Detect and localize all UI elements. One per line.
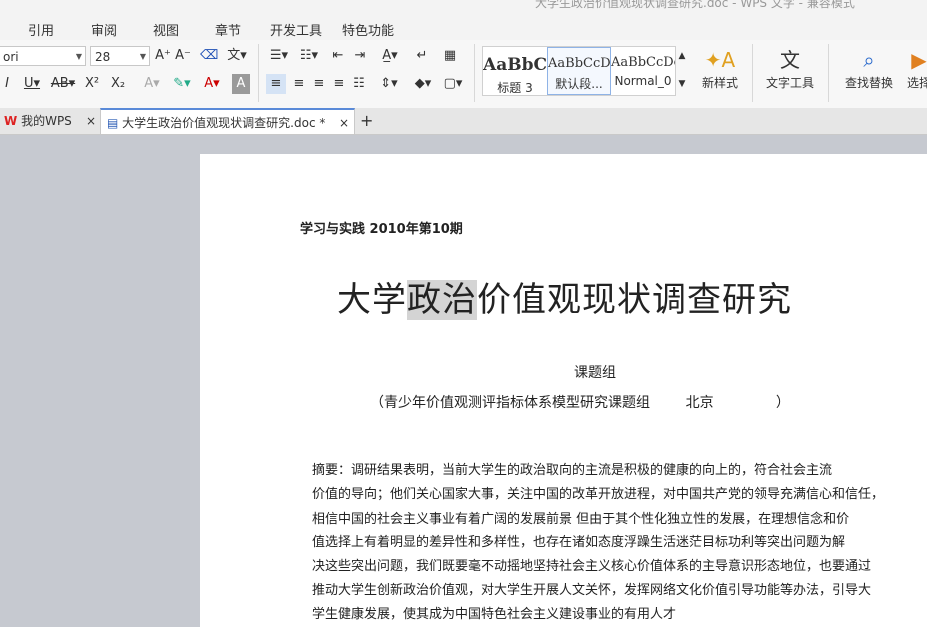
new-style-button[interactable]: ✦A 新样式	[692, 46, 748, 91]
document-icon: ▤	[107, 116, 119, 130]
chevron-down-icon: ▼	[75, 52, 82, 61]
tab-label: 我的WPS	[21, 114, 72, 128]
new-style-label: 新样式	[701, 76, 738, 90]
find-replace-label: 查找替换	[844, 76, 893, 90]
style-normal0[interactable]: AaBbCcDc Normal_0	[611, 47, 675, 95]
new-style-icon: ✦A	[704, 48, 736, 72]
menu-view[interactable]: 视图	[153, 20, 179, 39]
font-name-value: ori	[3, 50, 19, 64]
chevron-down-icon: ▼	[139, 52, 146, 61]
style-name: Normal_0	[614, 74, 672, 88]
author-group: 课题组	[574, 365, 616, 381]
decrease-indent-icon[interactable]: ⇤	[328, 46, 348, 66]
align-right-icon[interactable]: ≡	[310, 74, 328, 94]
window-title: 大学生政治价值观现状调查研究.doc - WPS 文字 - 兼容模式	[535, 0, 855, 10]
menu-bar: 大学生政治价值观现状调查研究.doc - WPS 文字 - 兼容模式 引用 审阅…	[0, 0, 927, 40]
abstract-line: 决这些突出问题，我们既要毫不动摇地坚持社会主义核心价值体系的主导意识形态地位，也…	[312, 559, 872, 574]
text-tools-icon: 文	[780, 48, 800, 72]
highlight-icon[interactable]: ✎▾	[170, 74, 194, 94]
wps-logo-icon: W	[4, 114, 18, 128]
font-name-select[interactable]: ori ▼	[0, 46, 86, 66]
justify-icon[interactable]: ≡	[330, 74, 348, 94]
pinyin-guide-icon[interactable]: 文▾	[224, 46, 250, 66]
style-scroll-down-icon[interactable]: ▼	[677, 74, 687, 94]
text-tools-button[interactable]: 文 文字工具	[758, 46, 822, 91]
paragraph-mark-icon[interactable]: ↵	[412, 46, 432, 66]
new-tab-icon[interactable]: +	[360, 108, 376, 134]
shading-fill-icon[interactable]: ◆▾	[410, 74, 436, 94]
menu-review[interactable]: 审阅	[91, 20, 117, 39]
abstract-line: 学生健康发展，使其成为中国特色社会主义建设事业的有用人才	[312, 607, 677, 622]
style-preview: AaBbC	[483, 55, 547, 75]
table-icon[interactable]: ▦	[440, 46, 460, 66]
abstract-line: 值选择上有着明显的差异性和多样性，也存在诸如态度浮躁生活迷茫目标功利等突出问题为…	[312, 535, 846, 550]
strikethrough-icon[interactable]: AB▾	[50, 74, 76, 94]
style-preview: AaBbCcDc	[548, 56, 610, 71]
numbering-icon[interactable]: ☷▾	[296, 46, 322, 66]
menu-section[interactable]: 章节	[215, 20, 241, 39]
italic-icon[interactable]: I	[0, 74, 14, 94]
style-name: 标题 3	[497, 81, 533, 95]
title-selection: 政治	[407, 280, 477, 320]
font-size-value: 28	[95, 50, 111, 64]
select-button[interactable]: ▶ 选择	[904, 46, 927, 91]
text-effect-icon[interactable]: A▾	[140, 74, 164, 94]
divider	[752, 44, 753, 102]
font-size-select[interactable]: 28 ▼	[90, 46, 150, 66]
subscript-icon[interactable]: X₂	[108, 74, 128, 94]
document-title: 大学政治价值观现状调查研究	[337, 272, 792, 321]
divider	[828, 44, 829, 102]
divider	[474, 44, 475, 102]
superscript-icon[interactable]: X²	[82, 74, 102, 94]
title-part: 大学	[337, 280, 407, 320]
document-tab-bar: W 我的WPS × ▤ 大学生政治价值观现状调查研究.doc * × +	[0, 108, 927, 135]
text-tools-label: 文字工具	[765, 76, 814, 90]
abstract-line: 推动大学生创新政治价值观，对大学生开展人文关怀，发挥网络文化价值引导功能等办法，…	[312, 583, 872, 598]
abstract-line: 摘要：调研结果表明，当前大学生的政治取向的主流是积极的健康的向上的，符合社会主流	[312, 463, 833, 478]
tab-document[interactable]: ▤ 大学生政治价值观现状调查研究.doc * ×	[100, 108, 355, 134]
line-spacing-icon[interactable]: ⇕▾	[376, 74, 402, 94]
close-icon[interactable]: ×	[86, 108, 96, 134]
borders-icon[interactable]: ▢▾	[440, 74, 466, 94]
shrink-font-icon[interactable]: A⁻	[174, 46, 192, 66]
change-case-icon[interactable]: A̲▾	[376, 46, 404, 66]
grow-font-icon[interactable]: A⁺	[154, 46, 172, 66]
style-heading3[interactable]: AaBbC 标题 3	[483, 47, 547, 95]
select-label: 选择	[906, 76, 927, 90]
align-left-icon[interactable]: ≡	[266, 74, 286, 94]
char-shading-icon[interactable]: A	[232, 74, 250, 94]
style-preview: AaBbCcDc	[611, 55, 675, 70]
style-scroll-up-icon[interactable]: ▲	[677, 46, 687, 66]
affiliation: （青少年价值观测评指标体系模型研究课题组 北京 ）	[370, 395, 790, 411]
tab-my-wps[interactable]: W 我的WPS ×	[0, 108, 100, 134]
style-name: 默认段...	[555, 77, 603, 91]
menu-developer[interactable]: 开发工具	[270, 20, 322, 39]
abstract-line: 相信中国的社会主义事业有着广阔的发展前景 但由于其个性化独立性的发展，在理想信念…	[312, 512, 850, 527]
find-replace-button[interactable]: ⌕ 查找替换	[836, 46, 902, 91]
journal-header: 学习与实践 2010年第10期	[300, 222, 463, 237]
abstract-line: 价值的导向；他们关心国家大事，关注中国的改革开放进程，对中国共产党的领导充满信心…	[312, 487, 885, 502]
select-icon: ▶	[911, 48, 927, 72]
style-gallery: AaBbC 标题 3 AaBbCcDc 默认段... AaBbCcDc Norm…	[482, 46, 676, 96]
underline-icon[interactable]: U▾	[20, 74, 44, 94]
menu-references[interactable]: 引用	[28, 20, 54, 39]
clear-format-icon[interactable]: ⌫	[200, 46, 218, 66]
tab-label: 大学生政治价值观现状调查研究.doc *	[122, 116, 326, 130]
document-page[interactable]: 学习与实践 2010年第10期 大学政治价值观现状调查研究 课题组 （青少年价值…	[200, 154, 927, 627]
close-icon[interactable]: ×	[339, 110, 349, 136]
search-icon: ⌕	[863, 48, 875, 72]
bullets-icon[interactable]: ☰▾	[266, 46, 292, 66]
style-default-paragraph[interactable]: AaBbCcDc 默认段...	[547, 47, 611, 95]
increase-indent-icon[interactable]: ⇥	[350, 46, 370, 66]
font-color-icon[interactable]: A▾	[200, 74, 224, 94]
ribbon-toolbar: ori ▼ 28 ▼ A⁺ A⁻ ⌫ 文▾ I U▾ AB▾ X² X₂ A▾ …	[0, 40, 927, 109]
distributed-icon[interactable]: ☷	[350, 74, 368, 94]
align-center-icon[interactable]: ≡	[290, 74, 308, 94]
menu-features[interactable]: 特色功能	[342, 20, 394, 39]
title-part: 价值观现状调查研究	[477, 280, 792, 320]
divider	[258, 44, 259, 102]
